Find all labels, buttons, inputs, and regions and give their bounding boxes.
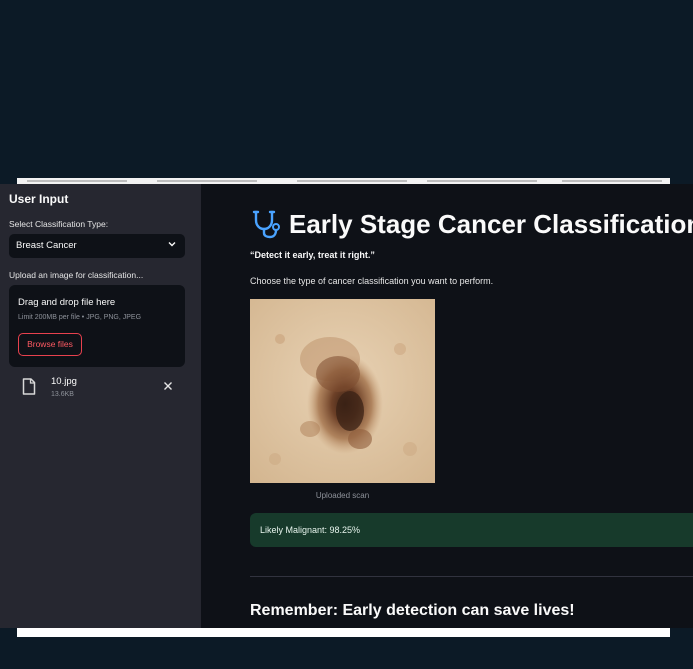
uploaded-scan-image <box>250 299 435 483</box>
page-title-row: Early Stage Cancer Classification <box>251 204 693 244</box>
uploaded-file-size: 13.6KB <box>51 391 74 398</box>
chevron-down-icon <box>168 242 176 247</box>
dropzone-subtitle: Limit 200MB per file • JPG, PNG, JPEG <box>18 314 142 321</box>
app-window: User Input Select Classification Type: B… <box>0 184 693 628</box>
bottom-image-strip <box>17 628 670 637</box>
page-description: Choose the type of cancer classification… <box>250 276 494 286</box>
close-icon[interactable] <box>163 381 173 391</box>
main-content: Early Stage Cancer Classification “Detec… <box>201 184 693 628</box>
footer-heading: Remember: Early detection can save lives… <box>250 602 575 619</box>
classification-type-select[interactable]: Breast Cancer <box>9 234 185 258</box>
file-dropzone[interactable]: Drag and drop file here Limit 200MB per … <box>9 285 185 367</box>
uploaded-file-name: 10.jpg <box>51 376 77 387</box>
classification-result-text: Likely Malignant: 98.25% <box>260 525 361 535</box>
page-title: Early Stage Cancer Classification <box>289 208 693 239</box>
image-caption: Uploaded scan <box>315 491 370 500</box>
stethoscope-icon <box>252 210 280 239</box>
sidebar: User Input Select Classification Type: B… <box>0 184 201 628</box>
upload-label: Upload an image for classification... <box>9 270 144 280</box>
select-value: Breast Cancer <box>16 240 77 251</box>
tagline: “Detect it early, treat it right.” <box>250 250 375 260</box>
browse-files-button[interactable]: Browse files <box>18 333 82 356</box>
select-label: Select Classification Type: <box>9 219 109 229</box>
file-icon <box>22 378 36 395</box>
sidebar-title: User Input <box>9 192 69 206</box>
divider <box>250 576 693 577</box>
classification-result-alert: Likely Malignant: 98.25% <box>250 513 693 547</box>
dropzone-title: Drag and drop file here <box>18 297 116 308</box>
